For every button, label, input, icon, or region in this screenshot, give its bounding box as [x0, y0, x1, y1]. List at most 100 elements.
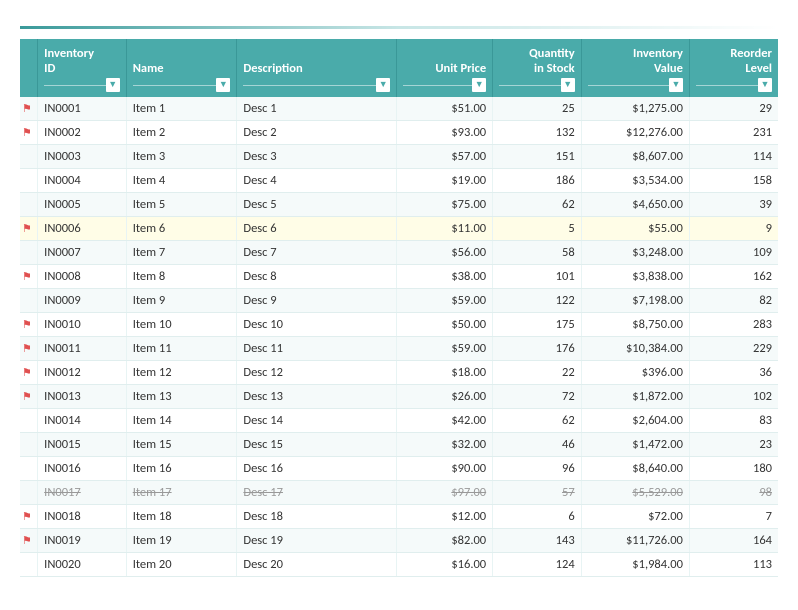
cell-name: Item 12 — [126, 361, 237, 385]
cell-desc: Desc 8 — [237, 265, 397, 289]
col-header-label: Inventory — [44, 46, 120, 61]
col-filter-dropdown[interactable]: ▼ — [216, 78, 230, 92]
cell-id: IN0009 — [38, 289, 127, 313]
table-row: IN0004Item 4Desc 4$19.00186$3,534.00158 — [20, 169, 778, 193]
cell-price: $38.00 — [397, 265, 493, 289]
col-filter-dropdown[interactable]: ▼ — [669, 78, 683, 92]
table-row: IN0007Item 7Desc 7$56.0058$3,248.00109 — [20, 241, 778, 265]
cell-reorder: 229 — [689, 337, 778, 361]
row-flag-cell — [20, 457, 38, 481]
cell-inv-val: $7,198.00 — [581, 289, 689, 313]
table-row: IN0005Item 5Desc 5$75.0062$4,650.0039 — [20, 193, 778, 217]
table-header-row: InventoryID▼Name▼Description▼Unit Price▼… — [20, 39, 778, 97]
row-flag-cell — [20, 409, 38, 433]
cell-reorder: 113 — [689, 553, 778, 577]
col-filter-dropdown[interactable]: ▼ — [472, 78, 486, 92]
cell-price: $57.00 — [397, 145, 493, 169]
cell-price: $75.00 — [397, 193, 493, 217]
flag-icon: ⚑ — [22, 342, 32, 355]
cell-desc: Desc 15 — [237, 433, 397, 457]
cell-inv-val: $4,650.00 — [581, 193, 689, 217]
flag-icon: ⚑ — [22, 318, 32, 331]
cell-id: IN0006 — [38, 217, 127, 241]
cell-id: IN0014 — [38, 409, 127, 433]
cell-id: IN0004 — [38, 169, 127, 193]
cell-id: IN0013 — [38, 385, 127, 409]
cell-id: IN0016 — [38, 457, 127, 481]
flag-icon: ⚑ — [22, 270, 32, 283]
cell-name: Item 2 — [126, 121, 237, 145]
flag-icon: ⚑ — [22, 126, 32, 139]
row-flag-cell: ⚑ — [20, 385, 38, 409]
col-header-label: Description — [243, 61, 390, 76]
table-row: IN0020Item 20Desc 20$16.00124$1,984.0011… — [20, 553, 778, 577]
cell-reorder: 36 — [689, 361, 778, 385]
row-flag-cell — [20, 289, 38, 313]
cell-qty: 151 — [493, 145, 582, 169]
cell-inv-val: $3,248.00 — [581, 241, 689, 265]
cell-inv-val: $8,750.00 — [581, 313, 689, 337]
cell-price: $11.00 — [397, 217, 493, 241]
col-filter-dropdown[interactable]: ▼ — [376, 78, 390, 92]
col-header-label: ID — [44, 61, 120, 76]
cell-id: IN0008 — [38, 265, 127, 289]
cell-desc: Desc 7 — [237, 241, 397, 265]
cell-qty: 6 — [493, 505, 582, 529]
cell-price: $50.00 — [397, 313, 493, 337]
cell-qty: 143 — [493, 529, 582, 553]
col-header-desc: Description ▼ — [237, 39, 397, 97]
col-filter-dropdown[interactable]: ▼ — [758, 78, 772, 92]
cell-price: $32.00 — [397, 433, 493, 457]
row-flag-cell: ⚑ — [20, 265, 38, 289]
col-filter-dropdown[interactable]: ▼ — [106, 78, 120, 92]
cell-reorder: 39 — [689, 193, 778, 217]
row-flag-cell: ⚑ — [20, 529, 38, 553]
cell-desc: Desc 18 — [237, 505, 397, 529]
cell-price: $26.00 — [397, 385, 493, 409]
col-filter-dropdown[interactable]: ▼ — [561, 78, 575, 92]
col-header-label: Value — [588, 61, 683, 76]
cell-desc: Desc 16 — [237, 457, 397, 481]
cell-inv-val: $1,872.00 — [581, 385, 689, 409]
flag-icon: ⚑ — [22, 534, 32, 547]
table-row: ⚑IN0001Item 1Desc 1$51.0025$1,275.0029 — [20, 97, 778, 121]
cell-name: Item 8 — [126, 265, 237, 289]
col-header-flag — [20, 39, 38, 97]
cell-inv-val: $1,275.00 — [581, 97, 689, 121]
cell-price: $18.00 — [397, 361, 493, 385]
cell-reorder: 162 — [689, 265, 778, 289]
cell-name: Item 17 — [126, 481, 237, 505]
table-row: ⚑IN0011Item 11Desc 11$59.00176$10,384.00… — [20, 337, 778, 361]
row-flag-cell — [20, 169, 38, 193]
cell-qty: 186 — [493, 169, 582, 193]
row-flag-cell — [20, 433, 38, 457]
cell-qty: 5 — [493, 217, 582, 241]
row-flag-cell — [20, 241, 38, 265]
row-flag-cell: ⚑ — [20, 121, 38, 145]
col-header-invVal: InventoryValue▼ — [581, 39, 689, 97]
cell-name: Item 4 — [126, 169, 237, 193]
row-flag-cell: ⚑ — [20, 505, 38, 529]
cell-price: $97.00 — [397, 481, 493, 505]
row-flag-cell — [20, 553, 38, 577]
cell-name: Item 15 — [126, 433, 237, 457]
cell-inv-val: $8,607.00 — [581, 145, 689, 169]
cell-id: IN0019 — [38, 529, 127, 553]
cell-name: Item 10 — [126, 313, 237, 337]
flag-icon: ⚑ — [22, 102, 32, 115]
cell-qty: 57 — [493, 481, 582, 505]
cell-price: $82.00 — [397, 529, 493, 553]
table-row: ⚑IN0006Item 6Desc 6$11.005$55.009 — [20, 217, 778, 241]
flag-icon: ⚑ — [22, 390, 32, 403]
cell-desc: Desc 13 — [237, 385, 397, 409]
col-header-label: Name — [133, 61, 231, 76]
cell-reorder: 231 — [689, 121, 778, 145]
cell-id: IN0010 — [38, 313, 127, 337]
cell-price: $12.00 — [397, 505, 493, 529]
cell-price: $51.00 — [397, 97, 493, 121]
title-underline — [20, 26, 778, 29]
cell-desc: Desc 4 — [237, 169, 397, 193]
cell-name: Item 3 — [126, 145, 237, 169]
cell-reorder: 114 — [689, 145, 778, 169]
cell-price: $59.00 — [397, 337, 493, 361]
